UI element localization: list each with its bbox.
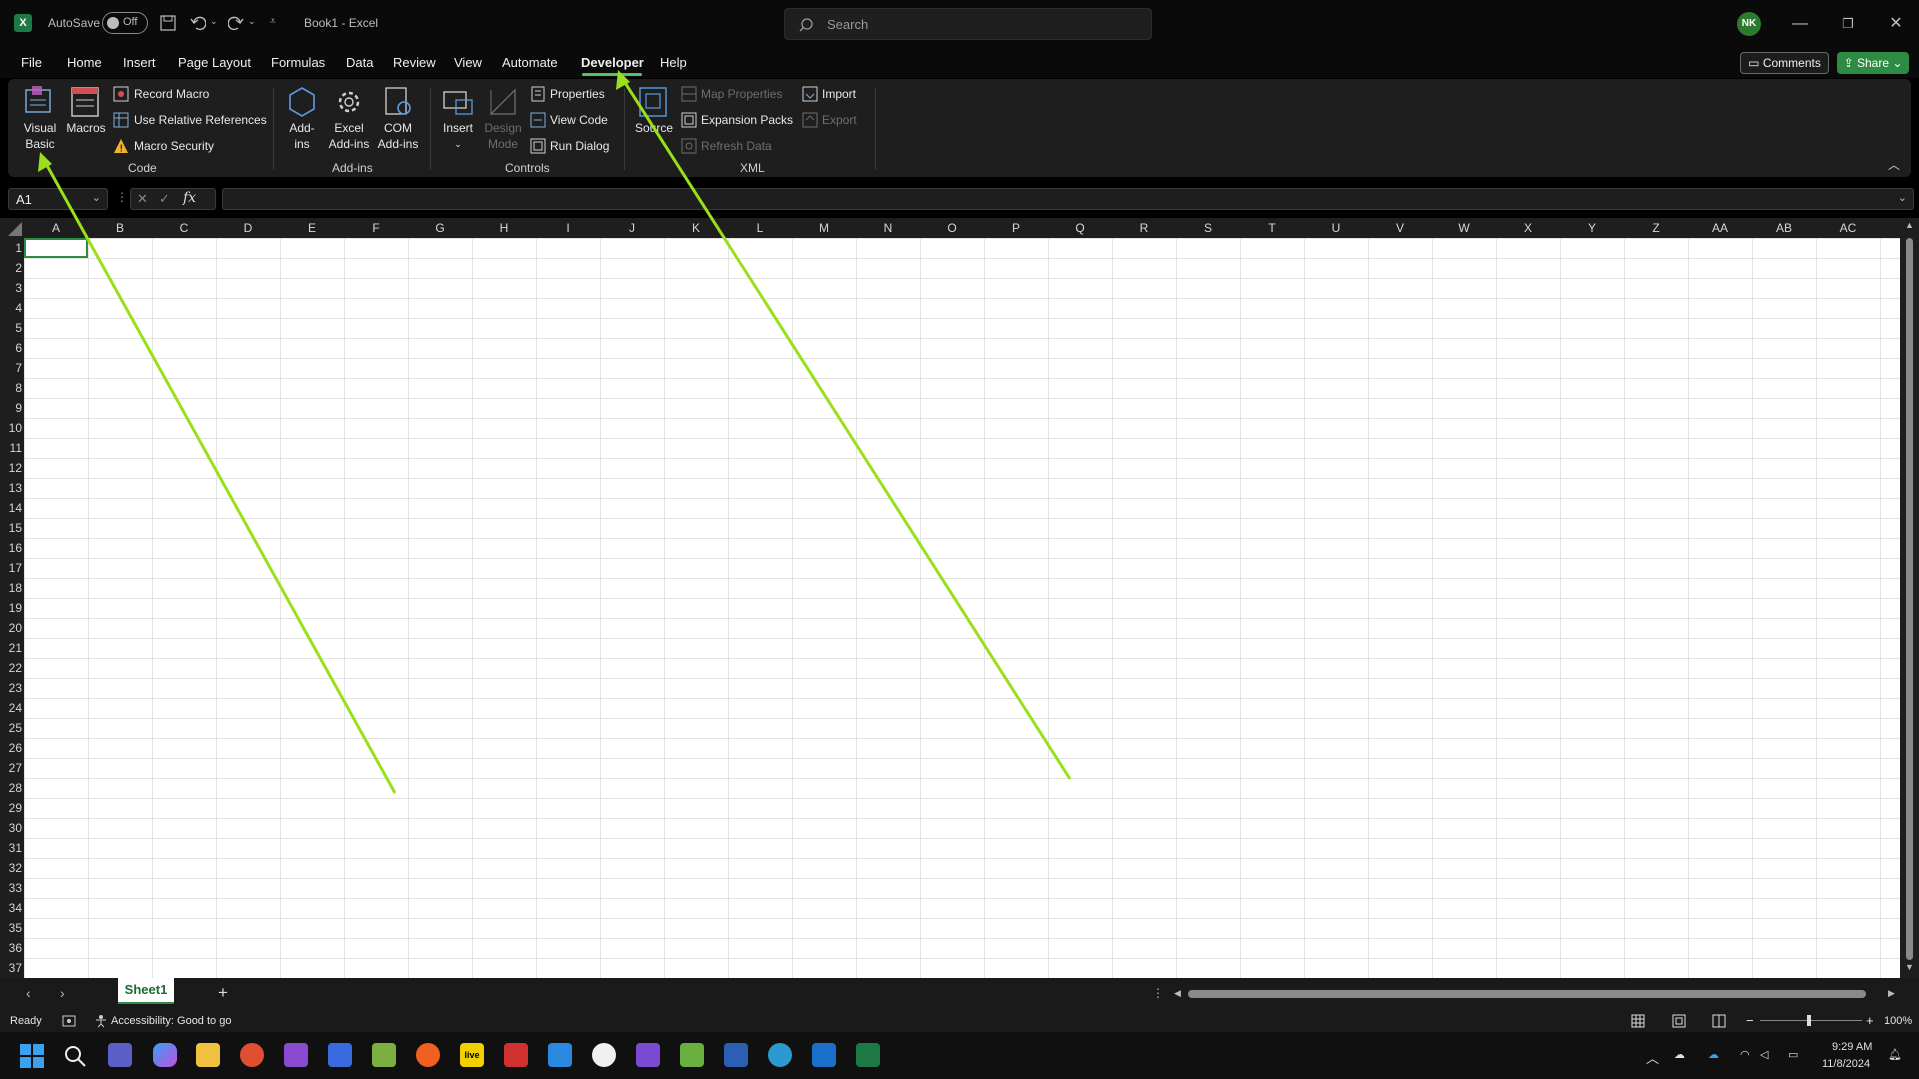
notepad-icon[interactable] bbox=[372, 1043, 396, 1067]
annotation-arrow-developer bbox=[620, 77, 1072, 780]
onedrive-icon[interactable]: ☁ bbox=[1708, 1048, 1719, 1061]
app-icon[interactable] bbox=[504, 1043, 528, 1067]
zoom-slider-thumb[interactable] bbox=[1807, 1015, 1811, 1026]
sheet-tab-sheet1[interactable]: Sheet1 bbox=[118, 978, 174, 1004]
word-icon[interactable] bbox=[724, 1043, 748, 1067]
page-break-view-icon[interactable] bbox=[1712, 1014, 1726, 1028]
wifi-icon[interactable]: ◠ bbox=[1740, 1048, 1750, 1061]
zoom-in-button[interactable]: + bbox=[1866, 1013, 1874, 1028]
azure-data-studio-icon[interactable] bbox=[328, 1043, 352, 1067]
battery-icon[interactable]: ▭ bbox=[1788, 1048, 1798, 1061]
app-icon[interactable] bbox=[592, 1043, 616, 1067]
copilot-icon[interactable] bbox=[153, 1043, 177, 1067]
accessibility-icon bbox=[96, 1015, 106, 1028]
app-icon[interactable] bbox=[680, 1043, 704, 1067]
annotation-arrow-visual-basic bbox=[42, 159, 397, 794]
tray-overflow-icon[interactable]: ︿ bbox=[1646, 1048, 1659, 1067]
outlook-icon[interactable] bbox=[812, 1043, 836, 1067]
macro-record-status-icon[interactable] bbox=[62, 1015, 76, 1027]
clock-time[interactable]: 9:29 AM bbox=[1832, 1041, 1872, 1053]
teams-icon[interactable] bbox=[108, 1043, 132, 1067]
app-icon[interactable] bbox=[240, 1043, 264, 1067]
onedrive-error-icon[interactable]: ☁ bbox=[1674, 1048, 1685, 1061]
search-icon[interactable] bbox=[64, 1045, 86, 1067]
zoom-out-button[interactable]: − bbox=[1746, 1013, 1754, 1028]
next-sheet-icon[interactable]: › bbox=[60, 985, 65, 1001]
firefox-icon[interactable] bbox=[416, 1043, 440, 1067]
status-bar: Ready Accessibility: Good to go − + 100% bbox=[0, 1010, 1919, 1032]
add-sheet-button[interactable]: + bbox=[218, 983, 228, 1003]
status-ready: Ready bbox=[10, 1015, 42, 1027]
clock-date[interactable]: 11/8/2024 bbox=[1822, 1058, 1870, 1070]
horizontal-scroll-thumb[interactable] bbox=[1188, 990, 1866, 998]
visual-studio-icon[interactable] bbox=[284, 1043, 308, 1067]
volume-icon[interactable]: ◁ bbox=[1760, 1048, 1768, 1061]
excel-taskbar-icon[interactable] bbox=[856, 1043, 880, 1067]
annotation-overlay bbox=[38, 70, 1072, 794]
prev-sheet-icon[interactable]: ‹ bbox=[26, 985, 31, 1001]
windows-start-icon[interactable] bbox=[20, 1044, 44, 1068]
vs-code-icon[interactable] bbox=[548, 1043, 572, 1067]
accessibility-status[interactable]: Accessibility: Good to go bbox=[111, 1015, 231, 1027]
visual-studio-icon[interactable] bbox=[636, 1043, 660, 1067]
browser-icon[interactable] bbox=[768, 1043, 792, 1067]
live-app-icon[interactable]: live bbox=[460, 1043, 484, 1067]
file-explorer-icon[interactable] bbox=[196, 1043, 220, 1067]
notifications-icon[interactable]: 🔔︎ bbox=[1888, 1048, 1902, 1061]
zoom-level[interactable]: 100% bbox=[1884, 1015, 1912, 1027]
page-layout-view-icon[interactable] bbox=[1672, 1014, 1686, 1028]
normal-view-icon[interactable] bbox=[1631, 1014, 1645, 1028]
scroll-left-icon[interactable]: ◀ bbox=[1174, 988, 1181, 999]
sheet-options-icon[interactable]: ⋮ bbox=[1152, 986, 1164, 1000]
scroll-right-icon[interactable]: ▶ bbox=[1888, 988, 1895, 999]
zoom-slider-track[interactable] bbox=[1760, 1020, 1862, 1021]
